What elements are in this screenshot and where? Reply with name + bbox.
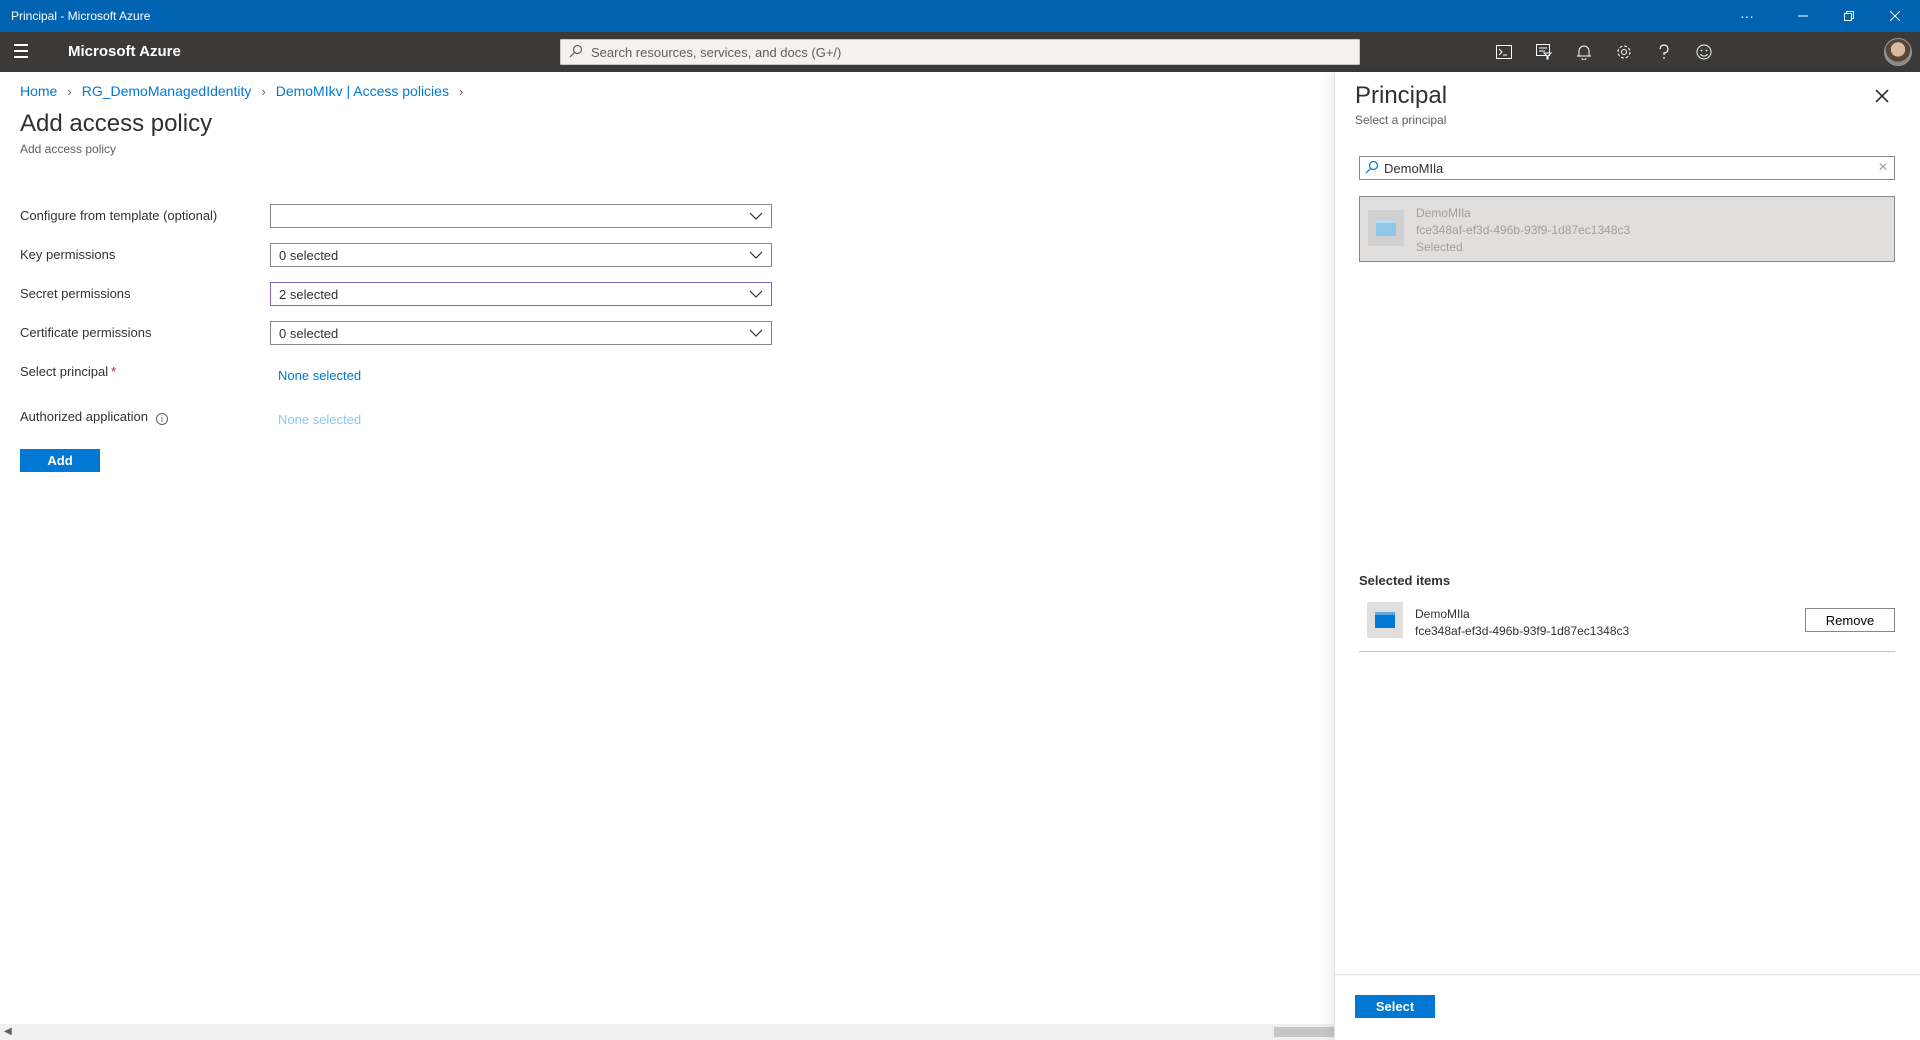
search-icon: [1365, 160, 1379, 174]
more-icon[interactable]: ···: [1724, 0, 1770, 32]
chevron-right-icon: ›: [458, 83, 464, 99]
settings-gear-icon[interactable]: [1610, 38, 1638, 66]
app-window-icon: [1375, 612, 1395, 628]
page-title: Add access policy: [20, 110, 213, 137]
certificate-permissions-value: 0 selected: [279, 326, 339, 341]
selected-items-heading: Selected items: [1359, 573, 1451, 588]
user-avatar[interactable]: [1884, 38, 1912, 66]
page-subtitle: Add access policy: [20, 142, 117, 156]
clear-search-icon[interactable]: ✕: [1878, 160, 1888, 174]
required-asterisk: *: [111, 364, 117, 379]
search-result-item[interactable]: DemoMIla fce348af-ef3d-496b-93f9-1d87ec1…: [1359, 196, 1895, 262]
chevron-down-icon: [749, 212, 763, 220]
template-dropdown[interactable]: [270, 204, 772, 228]
window-title: Principal - Microsoft Azure: [11, 9, 151, 23]
authorized-application-label-text: Authorized application: [20, 409, 148, 424]
select-principal-label-text: Select principal: [20, 364, 109, 379]
authorized-application-link: None selected: [278, 412, 362, 427]
cloud-shell-icon[interactable]: [1490, 38, 1518, 66]
selected-item-row: DemoMIla fce348af-ef3d-496b-93f9-1d87ec1…: [1359, 602, 1895, 652]
window-titlebar: Principal - Microsoft Azure ···: [0, 0, 1920, 32]
chevron-down-icon: [749, 329, 763, 337]
hamburger-menu-icon[interactable]: [14, 44, 32, 60]
chevron-right-icon: ›: [67, 83, 72, 99]
restore-icon: [1844, 11, 1854, 21]
panel-footer-divider: [1335, 974, 1920, 975]
key-permissions-label: Key permissions: [20, 247, 116, 262]
help-icon[interactable]: [1650, 38, 1678, 66]
selected-item-id: fce348af-ef3d-496b-93f9-1d87ec1348c3: [1415, 624, 1630, 638]
breadcrumb-home[interactable]: Home: [20, 83, 57, 99]
directory-filter-icon[interactable]: [1530, 38, 1558, 66]
chevron-down-icon: [749, 251, 763, 259]
global-search-input[interactable]: Search resources, services, and docs (G+…: [560, 39, 1360, 65]
result-id: fce348af-ef3d-496b-93f9-1d87ec1348c3: [1416, 223, 1631, 237]
close-icon: [1890, 11, 1900, 21]
info-icon[interactable]: i: [155, 413, 168, 425]
close-window-button[interactable]: [1872, 0, 1918, 32]
managed-identity-thumbnail: [1367, 602, 1403, 638]
managed-identity-thumbnail: [1368, 210, 1404, 246]
principal-search-value: DemoMIla: [1384, 161, 1444, 176]
secret-permissions-dropdown[interactable]: 2 selected: [270, 282, 772, 306]
breadcrumb-resource-group[interactable]: RG_DemoManagedIdentity: [82, 83, 252, 99]
search-placeholder: Search resources, services, and docs (G+…: [591, 45, 842, 60]
authorized-application-label: Authorized application i: [20, 409, 168, 425]
principal-search-input[interactable]: DemoMIla ✕: [1359, 156, 1895, 180]
certificate-permissions-dropdown[interactable]: 0 selected: [270, 321, 772, 345]
panel-title: Principal: [1355, 82, 1448, 109]
certificate-permissions-label: Certificate permissions: [20, 325, 152, 340]
template-label: Configure from template (optional): [20, 208, 218, 223]
notifications-bell-icon[interactable]: [1570, 38, 1598, 66]
secret-permissions-label: Secret permissions: [20, 286, 131, 301]
scrollbar-thumb[interactable]: [1274, 1027, 1334, 1037]
add-button[interactable]: Add: [20, 449, 100, 472]
app-window-icon: [1376, 220, 1396, 236]
chevron-down-icon: [749, 290, 763, 298]
restore-button[interactable]: [1826, 0, 1872, 32]
feedback-smiley-icon[interactable]: [1690, 38, 1718, 66]
close-panel-icon[interactable]: [1872, 86, 1892, 106]
selected-item-name: DemoMIla: [1415, 607, 1470, 621]
breadcrumb-access-policies[interactable]: DemoMIkv | Access policies: [276, 83, 449, 99]
select-principal-link[interactable]: None selected: [278, 368, 361, 383]
key-permissions-dropdown[interactable]: 0 selected: [270, 243, 772, 267]
key-permissions-value: 0 selected: [279, 248, 339, 263]
brand-logo-text[interactable]: Microsoft Azure: [68, 43, 181, 60]
result-name: DemoMIla: [1416, 206, 1471, 220]
scroll-left-icon[interactable]: ◀: [4, 1026, 12, 1037]
secret-permissions-value: 2 selected: [279, 287, 339, 302]
chevron-right-icon: ›: [261, 83, 266, 99]
minimize-icon: [1798, 15, 1808, 17]
breadcrumb: Home › RG_DemoManagedIdentity › DemoMIkv…: [20, 83, 473, 99]
horizontal-scrollbar[interactable]: ◀: [0, 1024, 1334, 1040]
select-button[interactable]: Select: [1355, 995, 1435, 1018]
result-status: Selected: [1416, 240, 1463, 254]
minimize-button[interactable]: [1780, 0, 1826, 32]
portal-header: Microsoft Azure Search resources, servic…: [0, 32, 1920, 72]
select-principal-label: Select principal *: [20, 364, 116, 379]
search-icon: [569, 44, 583, 58]
panel-subtitle: Select a principal: [1355, 113, 1447, 127]
remove-button[interactable]: Remove: [1805, 608, 1895, 632]
principal-panel: Principal Select a principal DemoMIla ✕ …: [1334, 72, 1920, 1040]
